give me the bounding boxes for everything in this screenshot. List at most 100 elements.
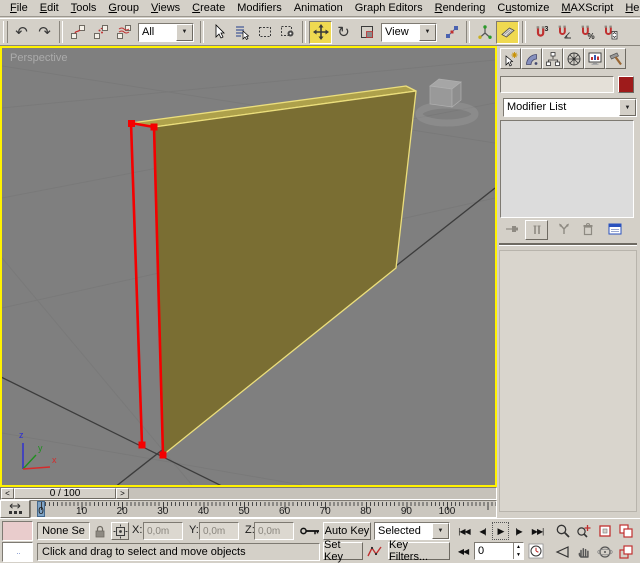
select-and-move-button[interactable]: [309, 21, 332, 44]
orbit-icon: [597, 544, 613, 560]
bind-to-space-warp-button[interactable]: [112, 21, 135, 44]
menu-item-file[interactable]: File: [4, 1, 34, 15]
y-coordinate-field[interactable]: 0,0m: [199, 522, 239, 540]
modifier-list-dropdown[interactable]: Modifier List ▼: [503, 98, 637, 117]
toolbar-handle[interactable]: [3, 21, 8, 43]
menu-item-tools[interactable]: Tools: [65, 1, 103, 15]
ruler-frame-label-40: 40: [198, 506, 209, 517]
select-and-link-button[interactable]: [66, 21, 89, 44]
menu-item-animation[interactable]: Animation: [288, 1, 349, 15]
set-keys-key-button[interactable]: [298, 520, 322, 542]
tab-motion[interactable]: [563, 48, 584, 69]
window-crossing-toggle-button[interactable]: [276, 21, 299, 44]
show-end-result-button[interactable]: [525, 220, 548, 240]
spinner-up-icon[interactable]: ▲: [514, 543, 523, 551]
viewport-label[interactable]: Perspective: [10, 52, 67, 64]
wall-object[interactable]: [131, 86, 416, 455]
percent-snap-toggle-button[interactable]: %: [575, 21, 598, 44]
menu-item-modifiers[interactable]: Modifiers: [231, 1, 288, 15]
z-coordinate-field[interactable]: 0,0m: [254, 522, 294, 540]
selection-lock-toggle[interactable]: [92, 522, 107, 540]
configure-modifier-sets-button[interactable]: [604, 220, 625, 238]
menu-item-rendering[interactable]: Rendering: [429, 1, 492, 15]
use-pivot-point-center-button[interactable]: [440, 21, 463, 44]
chevron-down-icon[interactable]: ▼: [419, 24, 436, 41]
unlink-selection-button[interactable]: [89, 21, 112, 44]
play-button[interactable]: ▶: [492, 522, 509, 540]
arc-rotate-button[interactable]: [595, 542, 615, 561]
zoom-all-button[interactable]: [574, 521, 594, 540]
tab-display[interactable]: [584, 48, 605, 69]
maximize-viewport-toggle-button[interactable]: [616, 542, 636, 561]
zoom-extents-all-button[interactable]: [616, 521, 636, 540]
menu-item-create[interactable]: Create: [186, 1, 231, 15]
open-mini-curve-editor-button[interactable]: [0, 500, 30, 518]
time-slider[interactable]: < 0 / 100 >: [0, 487, 497, 500]
rectangular-selection-region-button[interactable]: [253, 21, 276, 44]
tab-utilities[interactable]: [605, 48, 626, 69]
object-name-field[interactable]: [500, 76, 614, 93]
menu-item-views[interactable]: Views: [145, 1, 186, 15]
field-of-view-button[interactable]: [553, 542, 573, 561]
selection-filter-dropdown[interactable]: All ▼: [138, 23, 194, 42]
key-filters-button[interactable]: Key Filters...: [388, 542, 450, 560]
next-frame-arrow[interactable]: >: [116, 488, 129, 499]
keyboard-shortcut-override-button[interactable]: [496, 21, 519, 44]
auto-key-button[interactable]: Auto Key: [323, 522, 371, 540]
frame-ruler[interactable]: 0102030405060708090100: [30, 500, 497, 518]
select-and-manipulate-button[interactable]: [473, 21, 496, 44]
time-slider-handle[interactable]: 0 / 100: [14, 488, 116, 499]
set-key-button[interactable]: Set Key: [323, 542, 363, 560]
menu-item-help[interactable]: Help: [619, 1, 640, 15]
menu-item-graph-editors[interactable]: Graph Editors: [349, 1, 429, 15]
go-to-start-button[interactable]: |◀◀: [455, 522, 473, 540]
modifier-stack-list[interactable]: [500, 120, 634, 218]
spinner-snap-toggle-button[interactable]: [598, 21, 621, 44]
redo-button[interactable]: ↷: [33, 21, 56, 44]
frame-spinner[interactable]: ▲ ▼: [513, 543, 523, 559]
perspective-viewport[interactable]: z y x Perspective: [0, 46, 497, 487]
zoom-extents-icon: [597, 523, 613, 539]
object-color-swatch[interactable]: [618, 76, 634, 93]
previous-frame-arrow[interactable]: <: [1, 488, 14, 499]
make-unique-button[interactable]: [553, 220, 574, 238]
select-object-button[interactable]: [207, 21, 230, 44]
zoom-extents-button[interactable]: [595, 521, 615, 540]
undo-button[interactable]: ↶: [10, 21, 33, 44]
select-and-scale-button[interactable]: [355, 21, 378, 44]
tab-modify[interactable]: [521, 48, 542, 69]
pan-view-button[interactable]: [574, 542, 594, 561]
current-frame-field[interactable]: 0: [475, 545, 513, 557]
wall-front-face[interactable]: [154, 91, 416, 455]
chevron-down-icon[interactable]: ▼: [432, 523, 449, 539]
zoom-button[interactable]: [553, 521, 573, 540]
menu-item-customize[interactable]: Customize: [491, 1, 555, 15]
key-mode-toggle-button[interactable]: ◀◀: [455, 542, 471, 560]
pin-stack-button[interactable]: [501, 220, 522, 238]
menu-item-maxscript[interactable]: MAXScript: [555, 1, 619, 15]
chevron-down-icon[interactable]: ▼: [176, 24, 193, 41]
default-in-out-tangents-button[interactable]: [366, 542, 384, 560]
absolute-offset-mode-button[interactable]: [111, 522, 129, 540]
snaps-toggle-button[interactable]: 3: [529, 21, 552, 44]
command-panel: Modifier List ▼: [497, 46, 640, 518]
maxscript-macro-recorder[interactable]: [2, 521, 33, 541]
x-coordinate-field[interactable]: 0,0m: [143, 522, 183, 540]
remove-modifier-button[interactable]: [577, 220, 598, 238]
select-and-rotate-button[interactable]: ↻: [332, 21, 355, 44]
tab-create[interactable]: [500, 48, 521, 69]
time-configuration-button[interactable]: [527, 542, 545, 560]
menu-item-group[interactable]: Group: [102, 1, 145, 15]
maxscript-mini-listener[interactable]: ..: [2, 542, 33, 562]
chevron-down-icon[interactable]: ▼: [619, 99, 636, 116]
go-to-end-button[interactable]: ▶▶|: [528, 522, 547, 540]
reference-coordinate-dropdown[interactable]: View ▼: [381, 23, 437, 42]
tab-hierarchy[interactable]: [542, 48, 563, 69]
time-type-dropdown[interactable]: Selected ▼: [374, 522, 450, 540]
next-frame-button[interactable]: |▶: [510, 522, 527, 540]
previous-frame-button[interactable]: ◀|: [474, 522, 491, 540]
spinner-down-icon[interactable]: ▼: [514, 551, 523, 559]
select-by-name-button[interactable]: [230, 21, 253, 44]
angle-snap-toggle-button[interactable]: [552, 21, 575, 44]
menu-item-edit[interactable]: Edit: [34, 1, 65, 15]
